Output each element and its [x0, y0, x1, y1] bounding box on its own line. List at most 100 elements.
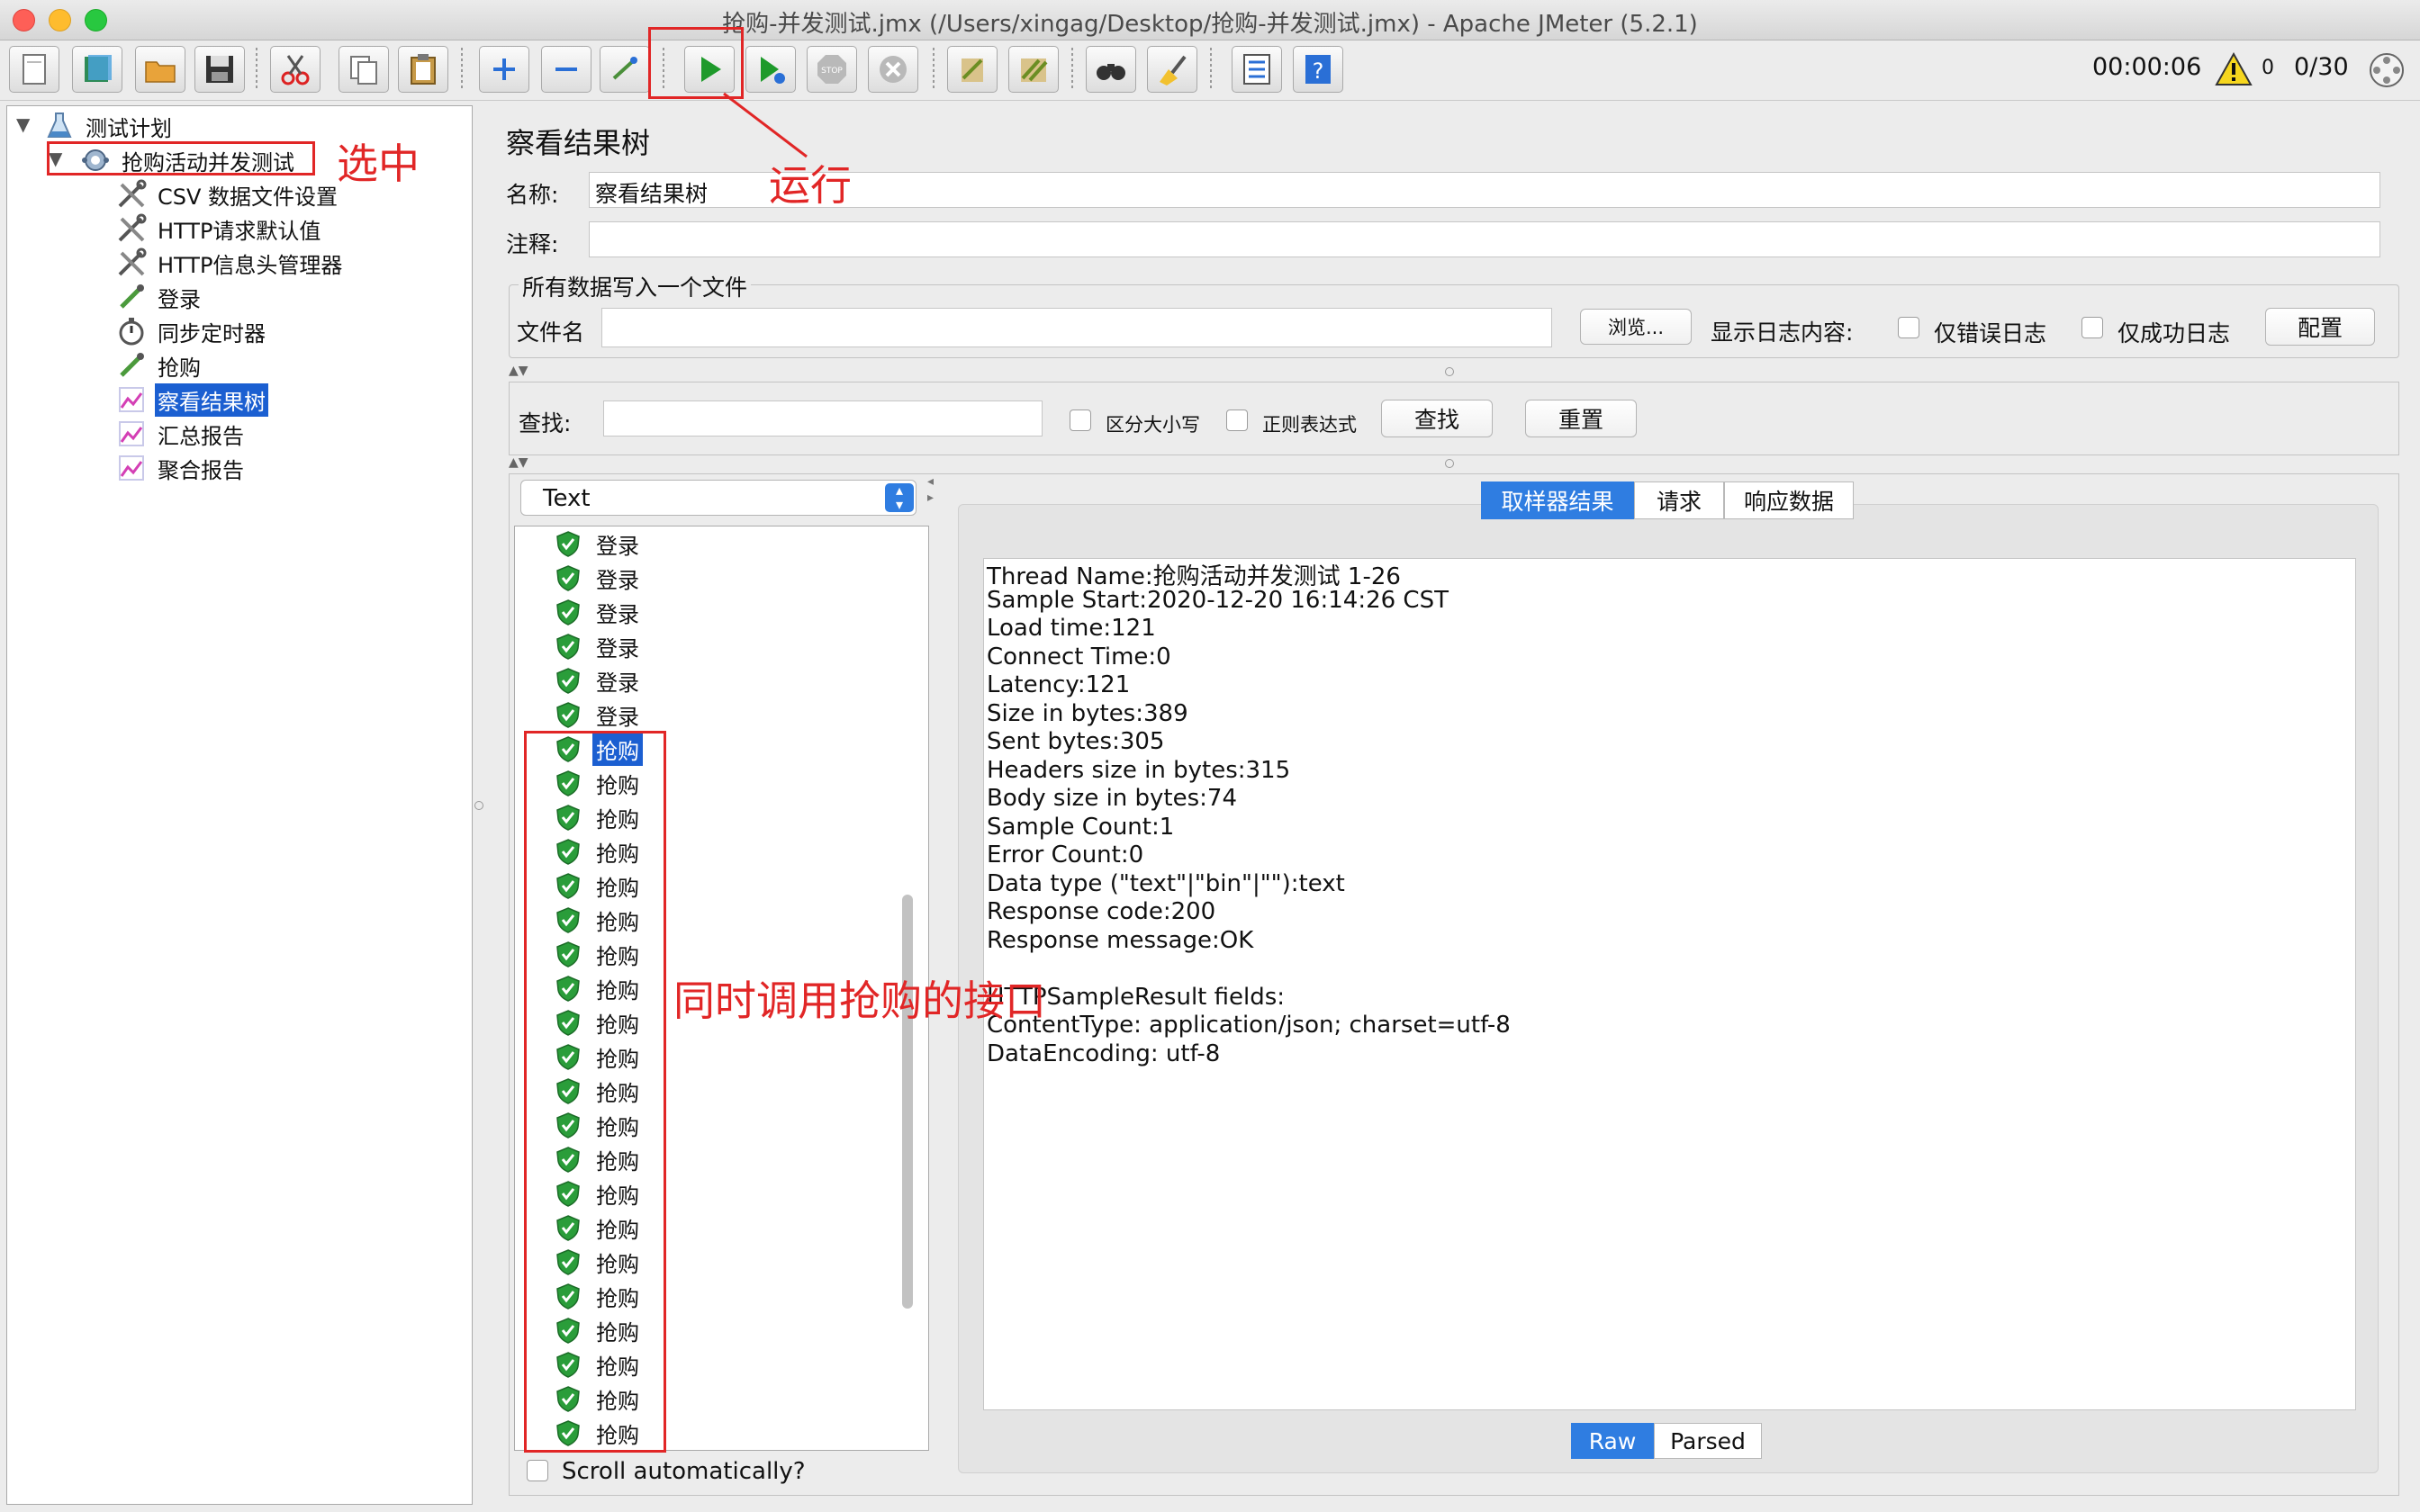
warning-count: 0 — [2262, 57, 2274, 79]
list-icon — [1243, 54, 1270, 85]
tree-item-header-manager[interactable]: HTTP信息头管理器 — [115, 247, 345, 279]
shutdown-button[interactable] — [868, 46, 918, 93]
case-sensitive-checkbox[interactable] — [1070, 410, 1091, 431]
tree-item-aggregate-report[interactable]: 聚合报告 — [115, 452, 247, 484]
list-item[interactable]: 登录 — [555, 698, 643, 732]
split-arrows-icon[interactable]: ◂ ▸ — [927, 473, 934, 506]
detail-line: Body size in bytes:74 — [987, 785, 1238, 812]
tree-item-test-plan[interactable]: 测试计划 — [43, 110, 175, 142]
scrollbar-thumb[interactable] — [902, 895, 913, 1309]
annotation-selected-text: 选中 — [337, 140, 420, 188]
detail-line: Size in bytes:389 — [987, 699, 1188, 727]
tree-item-sync-timer[interactable]: 同步定时器 — [115, 315, 268, 347]
configure-button[interactable]: 配置 — [2265, 308, 2375, 346]
annotation-selected-box — [47, 141, 315, 176]
expand-all-button[interactable] — [479, 46, 529, 93]
test-plan-tree[interactable]: ▼ ▼ 测试计划 抢购活动并发测试 CSV 数据文件设置 HTTP请求默认值 H… — [6, 105, 473, 1505]
help-icon: ? — [1305, 55, 1331, 84]
toolbar-separator — [933, 48, 935, 91]
renderer-select[interactable]: Text ▴ ▾ — [520, 480, 917, 516]
open-button[interactable] — [135, 46, 185, 93]
function-helper-button[interactable] — [1232, 46, 1282, 93]
tree-item-csv-data-set[interactable]: CSV 数据文件设置 — [115, 178, 340, 211]
pane-divider-handle[interactable] — [474, 801, 483, 810]
scroll-auto-checkbox[interactable] — [527, 1460, 548, 1481]
search-label: 查找: — [519, 410, 572, 436]
stop-button[interactable]: STOP — [807, 46, 857, 93]
pipette-icon — [115, 281, 148, 313]
reset-button[interactable]: 重置 — [1525, 400, 1637, 437]
reset-search-button[interactable] — [1147, 46, 1197, 93]
paste-button[interactable] — [398, 46, 448, 93]
list-item[interactable]: 登录 — [555, 526, 643, 561]
copy-button[interactable] — [339, 46, 389, 93]
expand-caret-icon[interactable]: ▼ — [16, 113, 30, 135]
collapse-all-button[interactable] — [541, 46, 591, 93]
window-title: 抢购-并发测试.jmx (/Users/xingag/Desktop/抢购-并发… — [722, 11, 1698, 38]
new-button[interactable] — [9, 46, 59, 93]
parsed-toggle[interactable]: Parsed — [1654, 1423, 1762, 1459]
tab-response-data[interactable]: 响应数据 — [1724, 482, 1854, 519]
templates-button[interactable] — [72, 46, 122, 93]
errors-only-checkbox[interactable] — [1898, 317, 1919, 338]
title-bar: 抢购-并发测试.jmx (/Users/xingag/Desktop/抢购-并发… — [0, 0, 2420, 40]
list-item[interactable]: 登录 — [555, 629, 643, 663]
wrench-icon — [115, 178, 148, 211]
comment-field[interactable] — [589, 221, 2380, 257]
tree-item-login-sampler[interactable]: 登录 — [115, 281, 203, 313]
broom-yellow-icon — [1160, 55, 1187, 86]
detail-line: ContentType: application/json; charset=u… — [987, 1012, 1511, 1039]
templates-icon — [85, 55, 112, 82]
filename-field[interactable] — [601, 308, 1552, 347]
name-field[interactable]: 察看结果树 — [589, 172, 2380, 208]
name-label: 名称: — [506, 182, 559, 208]
annotation-purchase-box — [524, 731, 666, 1453]
help-button[interactable]: ? — [1293, 46, 1343, 93]
success-only-checkbox[interactable] — [2081, 317, 2103, 338]
search-button[interactable] — [1086, 46, 1136, 93]
detail-line: Load time:121 — [987, 615, 1156, 642]
status-indicator-icon — [2370, 53, 2404, 87]
tree-item-purchase-sampler[interactable]: 抢购 — [115, 349, 203, 382]
pipette-icon — [115, 349, 148, 382]
raw-toggle[interactable]: Raw — [1571, 1423, 1654, 1459]
splitter[interactable]: ▲▼ — [509, 455, 2397, 470]
find-button[interactable]: 查找 — [1381, 400, 1493, 437]
test-plan-icon — [43, 110, 76, 142]
tree-item-http-defaults[interactable]: HTTP请求默认值 — [115, 212, 323, 245]
elapsed-timer: 00:00:06 — [2092, 53, 2202, 81]
toggle-button[interactable] — [600, 46, 650, 93]
detail-line: Connect Time:0 — [987, 643, 1171, 670]
toolbar-separator — [1210, 48, 1212, 91]
start-no-pauses-button[interactable] — [745, 46, 796, 93]
folder-open-icon — [145, 61, 176, 83]
broom-all-icon — [1021, 58, 1048, 82]
list-item[interactable]: 登录 — [555, 595, 643, 629]
comment-label: 注释: — [506, 231, 559, 257]
success-shield-icon — [556, 702, 580, 728]
success-only-label: 仅成功日志 — [2118, 320, 2231, 346]
plus-icon — [493, 58, 515, 80]
clear-all-button[interactable] — [1008, 46, 1059, 93]
toolbar-separator — [1071, 48, 1073, 91]
tree-item-summary-report[interactable]: 汇总报告 — [115, 418, 247, 450]
browse-button[interactable]: 浏览... — [1580, 309, 1692, 345]
chevron-updown-icon: ▴ ▾ — [885, 483, 914, 512]
case-sensitive-label: 区分大小写 — [1106, 414, 1200, 436]
save-button[interactable] — [194, 46, 245, 93]
toolbar: STOP ? 00:00:06 0 0/30 — [0, 40, 2420, 101]
tab-request[interactable]: 请求 — [1634, 482, 1724, 519]
log-content-label: 显示日志内容: — [1711, 320, 1854, 346]
warning-icon[interactable] — [2215, 51, 2253, 87]
tab-sampler-result[interactable]: 取样器结果 — [1481, 482, 1634, 519]
cut-button[interactable] — [270, 46, 321, 93]
regex-checkbox[interactable] — [1226, 410, 1248, 431]
svg-text:STOP: STOP — [821, 67, 843, 76]
tree-item-view-results-tree[interactable]: 察看结果树 — [115, 382, 268, 417]
annotation-run-text: 运行 — [769, 161, 852, 210]
list-item[interactable]: 登录 — [555, 663, 643, 698]
list-item[interactable]: 登录 — [555, 561, 643, 595]
splitter[interactable]: ▲▼ — [509, 364, 2397, 378]
clear-button[interactable] — [947, 46, 998, 93]
search-input[interactable] — [603, 400, 1043, 436]
